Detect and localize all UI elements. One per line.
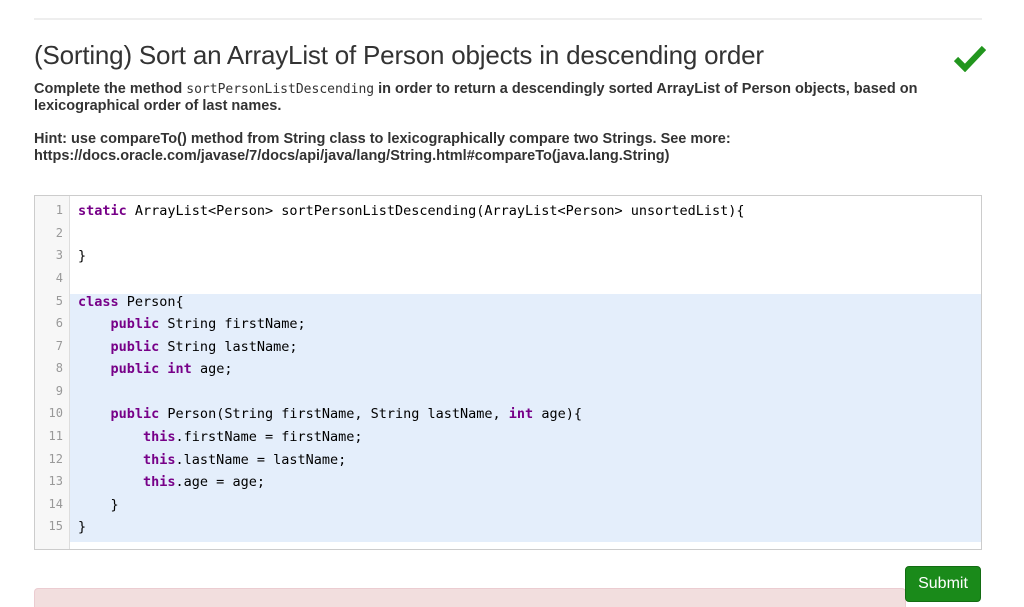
line-number: 11 (48, 429, 63, 443)
code-editor[interactable]: 1 static ArrayList<Person> sortPersonLis… (34, 195, 982, 550)
keyword: public (110, 339, 160, 355)
line-number: 10 (48, 406, 63, 420)
readonly-code-line: 8 public int age; (56, 361, 981, 384)
keyword: int (508, 406, 534, 422)
code-text: } (78, 519, 87, 535)
code-text: String firstName; (159, 316, 306, 332)
keyword: this (143, 474, 176, 490)
line-number: 4 (55, 271, 63, 285)
code-text: String lastName; (159, 339, 298, 355)
keyword: class (78, 294, 119, 310)
result-alert (34, 588, 906, 607)
code-line[interactable]: 3 } (35, 248, 981, 271)
submit-button[interactable]: Submit (905, 566, 981, 602)
code-text: Person{ (118, 294, 184, 310)
code-line[interactable]: 1 static ArrayList<Person> sortPersonLis… (35, 203, 981, 226)
readonly-code-line: 11 this.firstName = firstName; (49, 429, 981, 452)
problem-description: Complete the method sortPersonListDescen… (34, 81, 974, 115)
keyword: this (143, 452, 176, 468)
code-text: .age = age; (175, 474, 265, 490)
line-number: 7 (55, 339, 63, 353)
line-number: 1 (55, 203, 63, 217)
code-line[interactable]: 2 (35, 226, 981, 249)
code-text: ArrayList<Person> sortPersonListDescendi… (126, 203, 745, 219)
line-number: 12 (48, 452, 63, 466)
readonly-code-line: 6 public String firstName; (56, 316, 981, 339)
check-icon (954, 45, 986, 72)
hint-link[interactable]: https://docs.oracle.com/javase/7/docs/ap… (34, 148, 974, 165)
line-number: 14 (48, 497, 63, 511)
line-number: 15 (48, 519, 63, 533)
keyword: public (110, 406, 160, 422)
readonly-code-line: 7 public String lastName; (56, 339, 981, 362)
line-number: 6 (55, 316, 63, 330)
top-divider (34, 18, 982, 20)
code-line[interactable]: 4 (35, 271, 981, 294)
code-text: } (110, 497, 119, 513)
readonly-code-line: 15 } (49, 519, 981, 542)
code-text: age; (191, 361, 233, 377)
code-text: Person(String firstName, String lastName… (159, 406, 509, 422)
keyword: this (143, 429, 176, 445)
code-text: } (78, 248, 87, 264)
readonly-code-line: 10 public Person(String firstName, Strin… (49, 406, 981, 429)
line-number: 5 (55, 294, 63, 308)
readonly-code-line: 9 (56, 384, 981, 407)
hint-text: Hint: use compareTo() method from String… (34, 131, 974, 165)
method-name: sortPersonListDescending (186, 82, 375, 97)
line-number: 3 (55, 248, 63, 262)
line-number: 8 (55, 361, 63, 375)
keyword: static (78, 203, 127, 219)
readonly-code-line: 14 } (49, 497, 981, 520)
line-number: 13 (48, 474, 63, 488)
readonly-code-line: 13 this.age = age; (49, 474, 981, 497)
code-text: age){ (533, 406, 582, 422)
line-number: 9 (55, 384, 63, 398)
hint-line-1: Hint: use compareTo() method from String… (34, 131, 731, 147)
code-text: .firstName = firstName; (175, 429, 363, 445)
readonly-code-line: 12 this.lastName = lastName; (49, 452, 981, 475)
keyword: int (159, 361, 192, 377)
keyword: public (110, 316, 160, 332)
readonly-code-line: 5 class Person{ (56, 294, 981, 317)
line-number: 2 (55, 226, 63, 240)
description-prefix: Complete the method (34, 81, 187, 97)
keyword: public (110, 361, 160, 377)
code-text: .lastName = lastName; (175, 452, 347, 468)
page-title: (Sorting) Sort an ArrayList of Person ob… (34, 40, 764, 70)
